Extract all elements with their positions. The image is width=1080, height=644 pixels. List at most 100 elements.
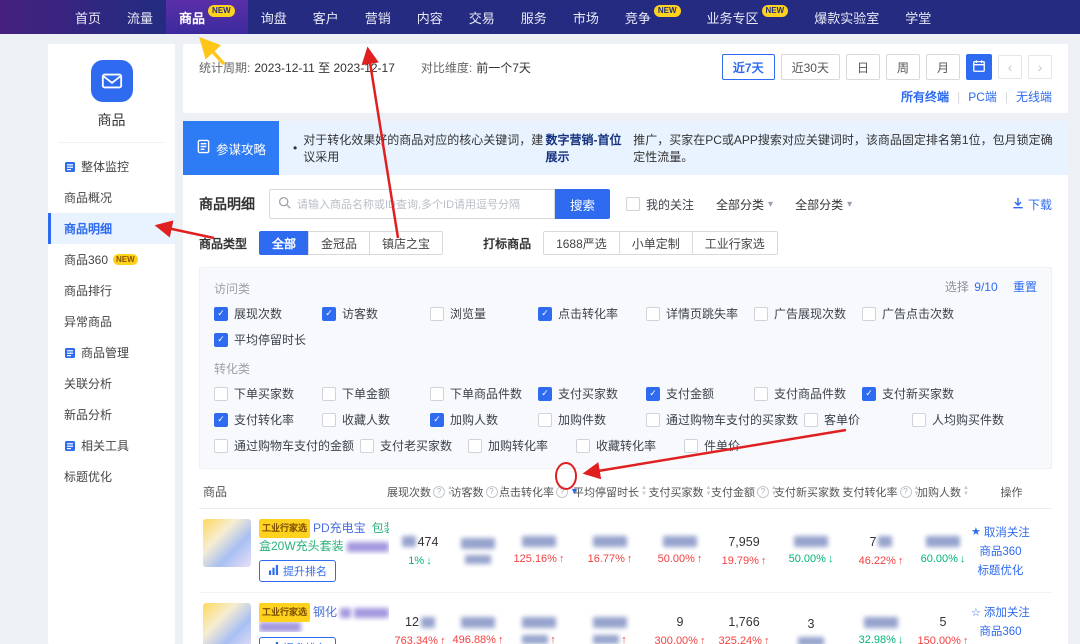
next-period-button[interactable]: › bbox=[1028, 55, 1052, 79]
metric-checkbox-10[interactable]: 加购件数 bbox=[538, 411, 646, 428]
action-link-0[interactable]: ☆添加关注 bbox=[971, 604, 1030, 620]
metric-checkbox-6[interactable]: ✓支付新买家数 bbox=[862, 385, 970, 402]
rank-button[interactable]: 提升排名 bbox=[259, 637, 336, 644]
column-header-6[interactable]: 支付金额?▲▼ bbox=[713, 484, 775, 500]
nav-item-7[interactable]: 交易 bbox=[456, 0, 508, 34]
metric-checkbox-1[interactable]: 下单金额 bbox=[322, 385, 430, 402]
nav-item-9[interactable]: 市场 bbox=[560, 0, 612, 34]
search-input[interactable] bbox=[297, 197, 546, 211]
column-header-4[interactable]: 平均停留时长▲▼ bbox=[573, 484, 647, 500]
calendar-button[interactable] bbox=[966, 54, 992, 80]
nav-item-3[interactable]: 询盘 bbox=[248, 0, 300, 34]
sidebar-item-4[interactable]: 商品排行 bbox=[48, 275, 175, 306]
my-follow-checkbox[interactable]: 我的关注 bbox=[626, 196, 694, 213]
mark-option-1[interactable]: 小单定制 bbox=[619, 231, 693, 255]
nav-item-8[interactable]: 服务 bbox=[508, 0, 560, 34]
mark-option-2[interactable]: 工业行家选 bbox=[692, 231, 778, 255]
mark-option-0[interactable]: 1688严选 bbox=[543, 231, 620, 255]
type-option-1[interactable]: 金冠品 bbox=[308, 231, 370, 255]
nav-item-12[interactable]: 爆款实验室 bbox=[801, 0, 892, 34]
sidebar-item-2[interactable]: 商品明细 bbox=[48, 213, 175, 244]
category-select-1[interactable]: 全部分类▾ bbox=[716, 196, 773, 213]
sidebar-item-3[interactable]: 商品360NEW bbox=[48, 244, 175, 275]
action-link-1[interactable]: 商品360 bbox=[979, 543, 1021, 559]
metric-checkbox-2[interactable]: 下单商品件数 bbox=[430, 385, 538, 402]
download-button[interactable]: 下载 bbox=[1012, 196, 1052, 213]
column-header-7[interactable]: 支付新买家数▲▼ bbox=[775, 484, 847, 500]
sidebar-item-10[interactable]: 标题优化 bbox=[48, 461, 175, 492]
product-image[interactable] bbox=[203, 519, 251, 567]
metric-checkbox-12[interactable]: 客单价 bbox=[804, 411, 912, 428]
metric-checkbox-0[interactable]: 下单买家数 bbox=[214, 385, 322, 402]
metric-checkbox-15[interactable]: 支付老买家数 bbox=[360, 437, 468, 454]
nav-item-0[interactable]: 首页 bbox=[62, 0, 114, 34]
range-button-1[interactable]: 近30天 bbox=[781, 54, 840, 80]
column-header-8[interactable]: 支付转化率?▲▼ bbox=[847, 484, 915, 500]
nav-item-10[interactable]: 竞争NEW bbox=[612, 0, 694, 34]
terminal-2[interactable]: 无线端 bbox=[1016, 88, 1052, 105]
metric-checkbox-4[interactable]: ✓支付金额 bbox=[646, 385, 754, 402]
metric-checkbox-13[interactable]: 人均购买件数 bbox=[912, 411, 1020, 428]
sidebar-item-6[interactable]: 商品管理 bbox=[48, 337, 175, 368]
sidebar-item-1[interactable]: 商品概况 bbox=[48, 182, 175, 213]
nav-item-4[interactable]: 客户 bbox=[300, 0, 352, 34]
range-button-4[interactable]: 月 bbox=[926, 54, 960, 80]
compare-dimension[interactable]: 对比维度:前一个7天 bbox=[421, 59, 531, 76]
reset-button[interactable]: 重置 bbox=[1013, 280, 1037, 294]
metric-checkbox-9[interactable]: ✓加购人数 bbox=[430, 411, 538, 428]
terminal-0[interactable]: 所有终端 bbox=[901, 88, 949, 105]
metric-checkbox-0[interactable]: ✓展现次数 bbox=[214, 305, 322, 322]
prev-period-button[interactable]: ‹ bbox=[998, 55, 1022, 79]
rank-button[interactable]: 提升排名 bbox=[259, 560, 336, 582]
metric-checkbox-5[interactable]: 支付商品件数 bbox=[754, 385, 862, 402]
metric-checkbox-4[interactable]: 详情页跳失率 bbox=[646, 305, 754, 322]
category-select-2[interactable]: 全部分类▾ bbox=[795, 196, 852, 213]
metric-checkbox-6[interactable]: 广告点击次数 bbox=[862, 305, 970, 322]
sidebar-item-0[interactable]: 整体监控 bbox=[48, 151, 175, 182]
strategy-guide-button[interactable]: 参谋攻略 bbox=[183, 121, 279, 175]
action-link-1[interactable]: 商品360 bbox=[979, 623, 1021, 639]
column-header-2[interactable]: 访客数?▲▼ bbox=[451, 484, 505, 500]
metric-checkbox-17[interactable]: 收藏转化率 bbox=[576, 437, 684, 454]
metric-checkbox-18[interactable]: 件单价 bbox=[684, 437, 792, 454]
sort-icon[interactable]: ▲▼ bbox=[963, 486, 969, 497]
product-title-line2[interactable] bbox=[259, 622, 389, 632]
column-header-3[interactable]: 点击转化率?▼ bbox=[505, 484, 573, 500]
metric-checkbox-3[interactable]: ✓支付买家数 bbox=[538, 385, 646, 402]
action-link-0[interactable]: ★取消关注 bbox=[971, 524, 1030, 540]
nav-item-13[interactable]: 学堂 bbox=[892, 0, 944, 34]
metric-checkbox-14[interactable]: 通过购物车支付的金额 bbox=[214, 437, 360, 454]
sidebar-item-8[interactable]: 新品分析 bbox=[48, 399, 175, 430]
metric-checkbox-2[interactable]: 浏览量 bbox=[430, 305, 538, 322]
metric-checkbox-7[interactable]: ✓支付转化率 bbox=[214, 411, 322, 428]
metric-checkbox-11[interactable]: 通过购物车支付的买家数 bbox=[646, 411, 804, 428]
column-header-9[interactable]: 加购人数▲▼ bbox=[915, 484, 971, 500]
range-button-0[interactable]: 近7天 bbox=[722, 54, 775, 80]
metric-checkbox-5[interactable]: 广告展现次数 bbox=[754, 305, 862, 322]
metric-checkbox-3[interactable]: ✓点击转化率 bbox=[538, 305, 646, 322]
action-link-2[interactable]: 标题优化 bbox=[977, 562, 1023, 578]
type-option-2[interactable]: 镇店之宝 bbox=[369, 231, 443, 255]
nav-item-11[interactable]: 业务专区NEW bbox=[694, 0, 802, 34]
column-header-5[interactable]: 支付买家数▲▼ bbox=[647, 484, 713, 500]
product-title-line2[interactable]: 盒20W充头套装 bbox=[259, 538, 389, 555]
nav-item-1[interactable]: 流量 bbox=[114, 0, 166, 34]
metric-checkbox-1[interactable]: ✓访客数 bbox=[322, 305, 430, 322]
nav-item-2[interactable]: 商品NEW bbox=[166, 0, 248, 34]
search-button[interactable]: 搜索 bbox=[555, 189, 610, 219]
sidebar-item-7[interactable]: 关联分析 bbox=[48, 368, 175, 399]
nav-item-6[interactable]: 内容 bbox=[404, 0, 456, 34]
range-button-2[interactable]: 日 bbox=[846, 54, 880, 80]
metric-checkbox-7[interactable]: ✓平均停留时长 bbox=[214, 331, 322, 348]
column-header-1[interactable]: 展现次数?▲▼ bbox=[389, 484, 451, 500]
terminal-1[interactable]: PC端 bbox=[968, 88, 997, 105]
metric-checkbox-16[interactable]: 加购转化率 bbox=[468, 437, 576, 454]
product-image[interactable] bbox=[203, 603, 251, 644]
product-title[interactable]: 工业行家选钢化 bbox=[259, 603, 389, 622]
range-button-3[interactable]: 周 bbox=[886, 54, 920, 80]
product-title[interactable]: 工业行家选PD充电宝包装苹果PD快包装 bbox=[259, 519, 389, 538]
metric-checkbox-8[interactable]: 收藏人数 bbox=[322, 411, 430, 428]
sidebar-item-9[interactable]: 相关工具 bbox=[48, 430, 175, 461]
type-option-0[interactable]: 全部 bbox=[259, 231, 309, 255]
sidebar-item-5[interactable]: 异常商品 bbox=[48, 306, 175, 337]
